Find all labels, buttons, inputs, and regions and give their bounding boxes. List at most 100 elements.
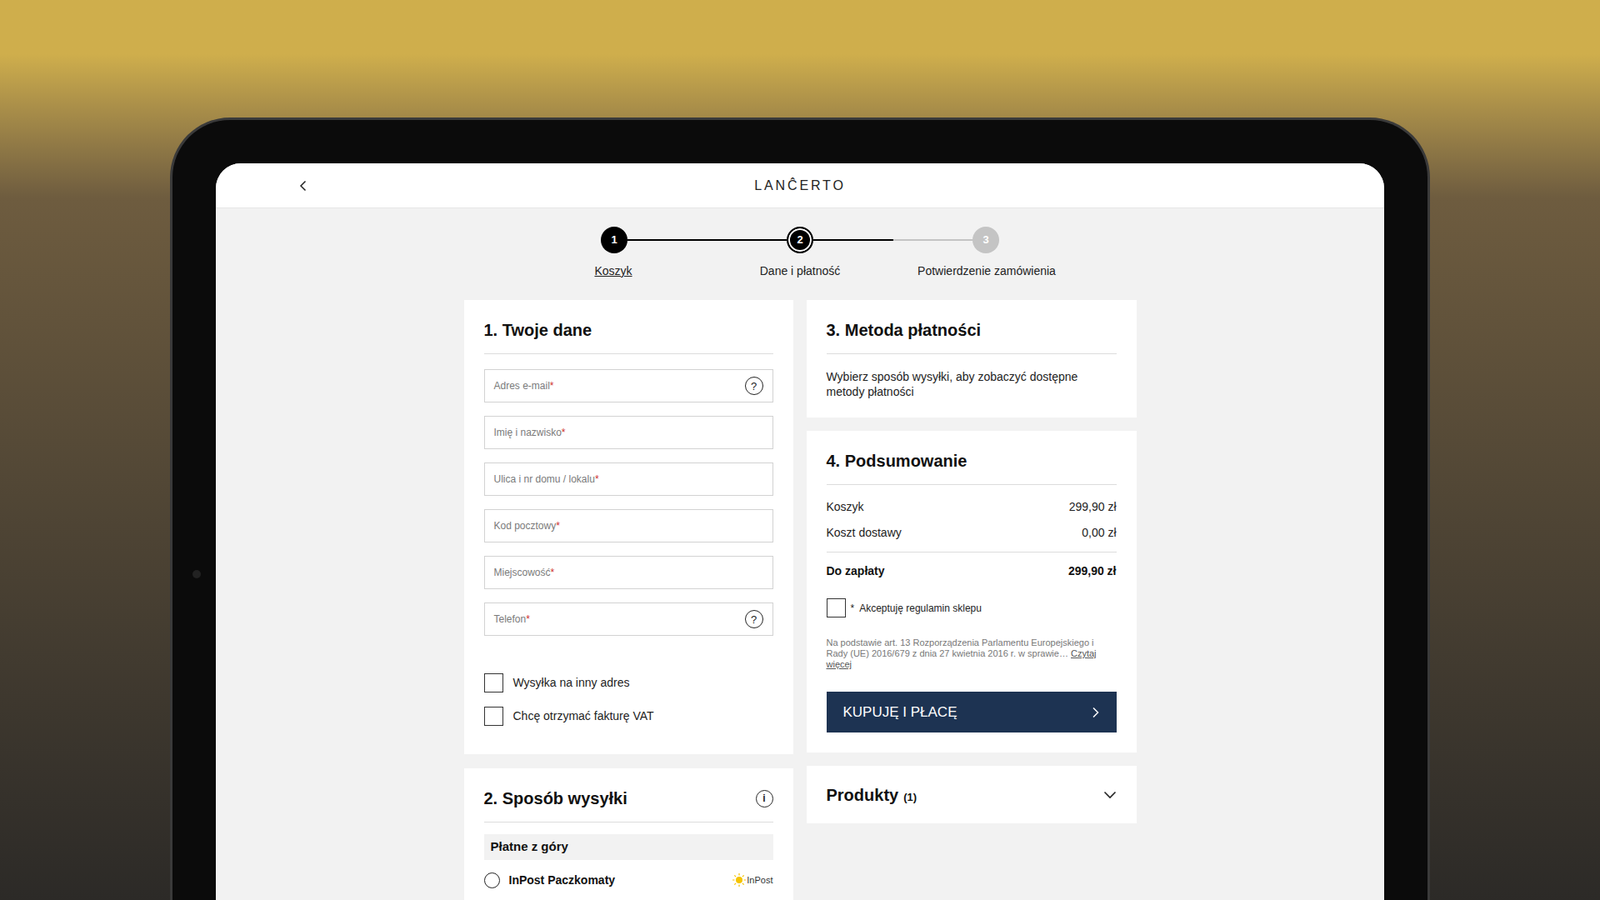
shipping-option[interactable]: InPost Paczkomaty InPost — [484, 871, 774, 890]
field-placeholder: Telefon* — [494, 611, 530, 627]
required-mark: * — [595, 473, 600, 485]
chevron-right-icon — [1091, 706, 1100, 719]
step-connector — [627, 239, 787, 241]
terms-label: Akceptuję regulamin sklepu — [859, 600, 982, 616]
radio[interactable] — [484, 872, 500, 889]
card-title-row: 4. Podsumowanie — [826, 450, 1117, 485]
summary-row: Koszyk 299,90 zł — [826, 498, 1117, 516]
placeholder-text: Ulica i nr domu / lokalu — [494, 473, 595, 485]
gdpr-text: Na podstawie art. 13 Rozporządzenia Parl… — [826, 637, 1095, 659]
payment-message: Wybierz sposób wysyłki, aby zobaczyć dos… — [826, 369, 1117, 400]
card-title-row: 1. Twoje dane — [484, 320, 774, 355]
products-heading: Produkty(1) — [826, 782, 918, 808]
option-main: InPost Paczkomaty — [484, 871, 616, 890]
placeholder-text: Imię i nazwisko — [494, 426, 562, 439]
inpost-logo: InPost — [732, 873, 773, 887]
tablet-frame: LANĈERTO 123KoszykDane i płatnośćPotwier… — [170, 117, 1430, 900]
total-row: Do zapłaty 299,90 zł — [826, 562, 1117, 580]
terms-checkbox[interactable] — [826, 598, 846, 618]
required-mark: * — [550, 380, 555, 392]
right-column: 3. Metoda płatności Wybierz sposób wysyłk… — [806, 300, 1137, 900]
header: LANĈERTO — [215, 163, 1385, 209]
required-mark: * — [550, 566, 555, 579]
checkboxes: Wysyłka na inny adres Chcę otrzymać faktu… — [484, 673, 774, 726]
row-value: 0,00 zł — [1081, 524, 1116, 542]
checkbox[interactable] — [484, 706, 504, 726]
help-icon[interactable]: ? — [745, 376, 764, 395]
summary-card: 4. Podsumowanie Koszyk 299,90 zł Koszt dost… — [806, 430, 1137, 753]
row-value: 299,90 zł — [1069, 498, 1117, 516]
field-placeholder: Ulica i nr domu / lokalu* — [494, 471, 600, 487]
card-title-row: 2. Sposób wysyłki i — [484, 788, 774, 823]
required-mark: * — [555, 520, 560, 532]
row-label: Koszt dostawy — [826, 524, 902, 542]
placeholder-text: Adres e-mail — [494, 380, 550, 392]
text-field[interactable]: Miejscowość* — [484, 555, 774, 590]
checkbox-row[interactable]: Chcę otrzymać fakturę VAT — [484, 706, 774, 726]
chevron-down-icon[interactable] — [1103, 790, 1117, 800]
products-card[interactable]: Produkty(1) — [806, 765, 1137, 824]
row-label: Koszyk — [826, 498, 865, 516]
text-field[interactable]: Adres e-mail*? — [484, 369, 774, 403]
card-title: 1. Twoje dane — [484, 320, 593, 340]
stepper: 1 2 3 KoszykDane i płatnośćPotwierdzenie za… — [215, 208, 1385, 279]
text-field[interactable]: Imię i nazwisko* — [484, 415, 774, 450]
step-number: 2 — [796, 231, 803, 249]
checkbox-row[interactable]: Wysyłka na inny adres — [484, 673, 774, 693]
help-icon[interactable]: ? — [745, 610, 764, 629]
placeholder-text: Miejscowość — [494, 566, 551, 579]
summary-rows: Koszyk 299,90 zł Koszt dostawy 0,00 zł — [826, 498, 1117, 553]
step-connector-fill — [813, 239, 894, 241]
field-placeholder: Miejscowość* — [494, 565, 555, 580]
screen: LANĈERTO 123KoszykDane i płatnośćPotwier… — [215, 163, 1385, 900]
info-icon[interactable]: i — [755, 790, 774, 808]
checkbox-label: Wysyłka na inny adres — [513, 674, 630, 692]
total-value: 299,90 zł — [1068, 562, 1117, 580]
sun-icon — [732, 873, 746, 887]
text-field[interactable]: Telefon*? — [484, 602, 774, 636]
card-title: 2. Sposób wysyłki — [484, 788, 628, 809]
summary-row: Koszt dostawy 0,00 zł — [826, 524, 1117, 542]
field-placeholder: Kod pocztowy* — [494, 518, 560, 534]
text-field[interactable]: Ulica i nr domu / lokalu* — [484, 462, 774, 496]
camera-dot — [192, 570, 201, 579]
step-circle: 2 — [786, 226, 814, 254]
terms-row[interactable]: *Akceptuję regulamin sklepu — [826, 598, 1117, 618]
back-chevron-icon[interactable] — [297, 180, 310, 192]
step-circle: 3 — [972, 226, 1000, 254]
step-number: 3 — [982, 231, 989, 249]
your-data-card: 1. Twoje daneAdres e-mail*?Imię i nazwis… — [464, 300, 794, 755]
fields: Adres e-mail*?Imię i nazwisko*Ulica i nr… — [484, 369, 774, 636]
field-placeholder: Imię i nazwisko* — [494, 425, 566, 440]
total-label: Do zapłaty — [826, 562, 885, 580]
card-title-row: 3. Metoda płatności — [826, 320, 1117, 355]
checkbox-label: Chcę otrzymać fakturę VAT — [513, 707, 655, 725]
payment-card: 3. Metoda płatności Wybierz sposób wysyłk… — [806, 300, 1137, 418]
button-label: KUPUJĘ I PŁACĘ — [843, 701, 958, 724]
columns: 1. Twoje daneAdres e-mail*?Imię i nazwis… — [215, 300, 1385, 900]
card-title: 3. Metoda płatności — [826, 320, 982, 340]
step-label: Dane i płatność — [706, 263, 894, 279]
products-title: Produkty — [826, 782, 900, 808]
field-placeholder: Adres e-mail* — [494, 378, 555, 394]
buy-button[interactable]: KUPUJĘ I PŁACĘ — [826, 691, 1117, 733]
placeholder-text: Telefon — [494, 613, 527, 625]
step-circle[interactable]: 1 — [600, 226, 628, 254]
step-label[interactable]: Koszyk — [520, 263, 707, 279]
card-title: 4. Podsumowanie — [826, 450, 968, 471]
left-column: 1. Twoje daneAdres e-mail*?Imię i nazwis… — [464, 300, 794, 900]
background-photo: LANĈERTO 123KoszykDane i płatnośćPotwier… — [0, 0, 1600, 900]
gdpr-note: Na podstawie art. 13 Rozporządzenia Parl… — [826, 637, 1117, 670]
text-field[interactable]: Kod pocztowy* — [484, 509, 774, 543]
checkbox[interactable] — [484, 673, 504, 693]
group-label: Płatne z góry — [484, 834, 774, 860]
required-mark: * — [525, 613, 530, 625]
logo[interactable]: LANĈERTO — [754, 179, 846, 193]
step-circles: 1 2 3 — [600, 226, 1000, 254]
placeholder-text: Kod pocztowy — [494, 520, 557, 532]
step-label: Potwierdzenie zamówienia — [893, 263, 1080, 279]
shipping-card: 2. Sposób wysyłki i Płatne z góry InPost Pa… — [464, 768, 794, 900]
required-mark: * — [850, 600, 855, 616]
step-connector-fill — [627, 239, 787, 241]
step-connector — [813, 239, 973, 241]
